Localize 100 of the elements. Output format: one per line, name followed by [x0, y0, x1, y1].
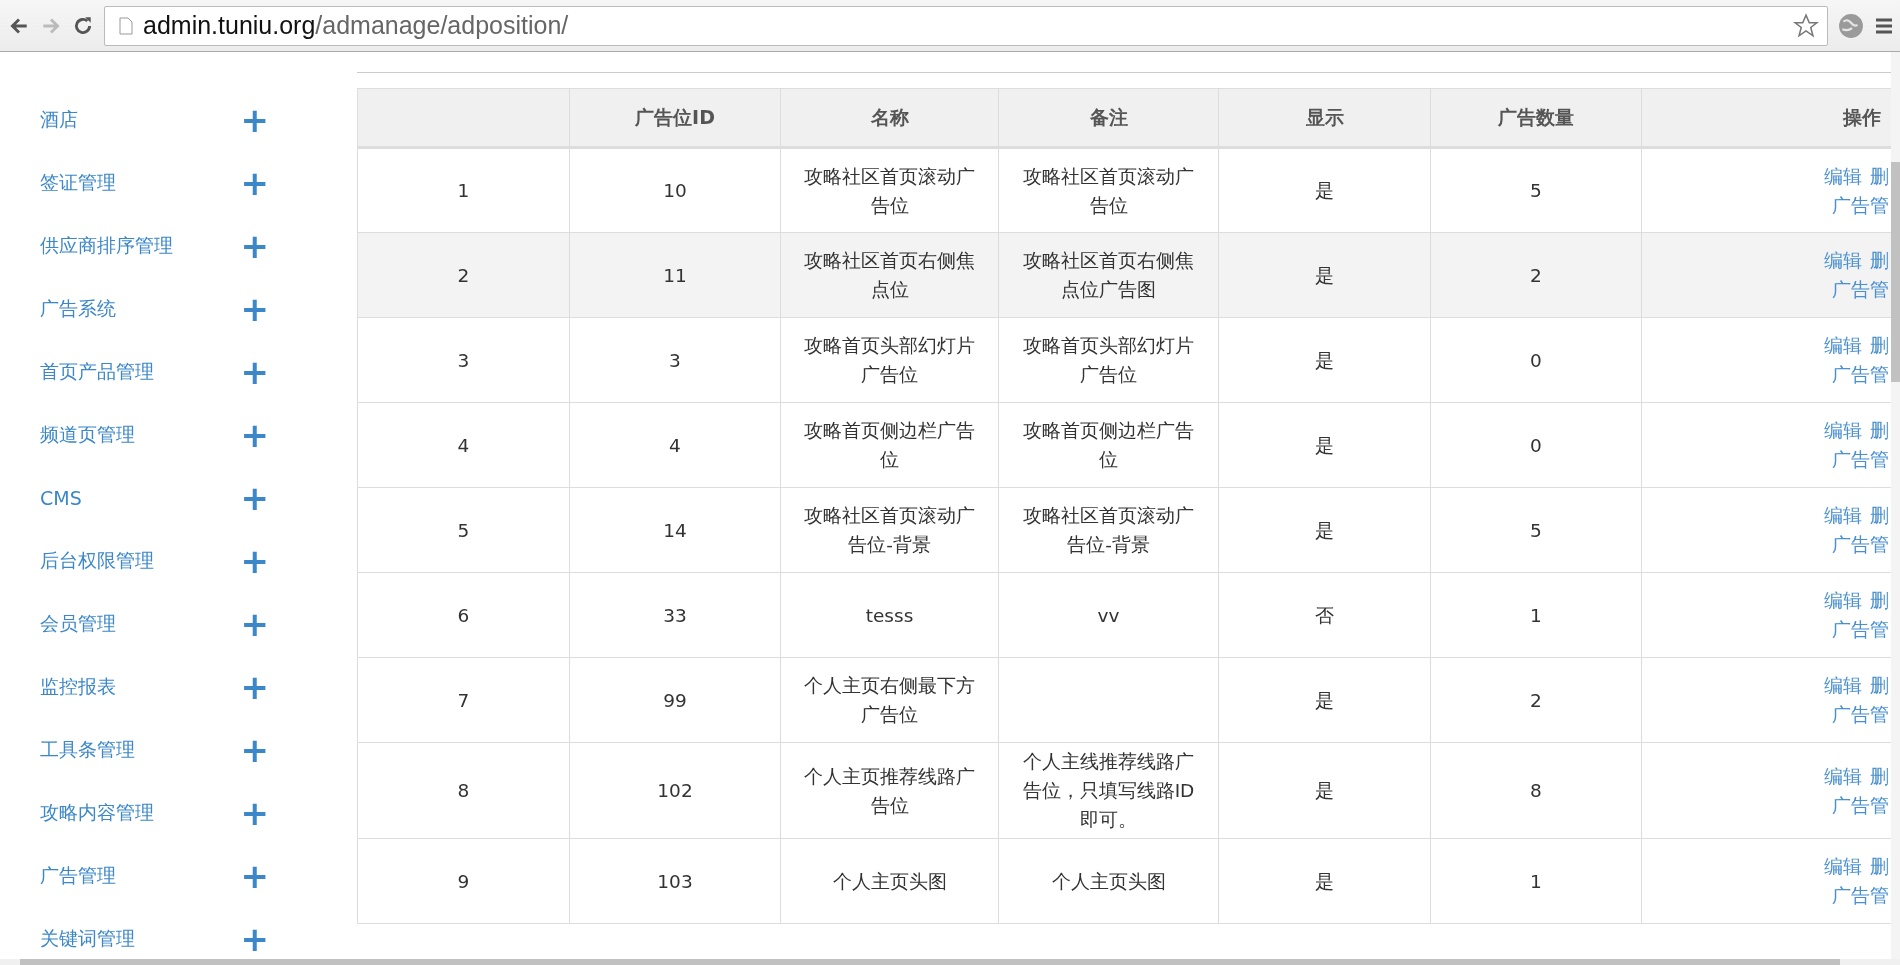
display-cell: 是 [1218, 402, 1431, 488]
action-link[interactable]: 编辑 [1824, 164, 1862, 187]
row-number-cell: 5 [357, 487, 570, 573]
address-field[interactable]: admin.tuniu.org/admanage/adposition/ [104, 5, 1828, 46]
sidebar-item[interactable]: 关键词管理 [40, 925, 135, 952]
display-cell: 是 [1218, 317, 1431, 403]
id-cell: 14 [569, 487, 781, 573]
expand-button[interactable]: + [240, 543, 269, 578]
count-cell: 1 [1430, 838, 1642, 924]
action-link[interactable]: 广告管 [1832, 884, 1889, 906]
note-cell: 攻略社区首页滚动广告位 [998, 147, 1219, 233]
action-link[interactable]: 广告管 [1832, 533, 1889, 555]
sidebar-item[interactable]: 监控报表 [40, 673, 116, 700]
count-cell: 5 [1430, 147, 1642, 233]
row-number-cell: 1 [357, 147, 570, 233]
count-cell: 5 [1430, 487, 1642, 573]
note-cell: 攻略社区首页右侧焦点位广告图 [998, 232, 1219, 318]
column-header: 广告数量 [1430, 88, 1642, 148]
row-number-cell: 9 [357, 838, 570, 924]
action-link[interactable]: 广告管 [1832, 618, 1889, 640]
action-link[interactable]: 广告管 [1832, 363, 1889, 385]
sidebar-item[interactable]: 后台权限管理 [40, 547, 154, 574]
sidebar-item[interactable]: 签证管理 [40, 169, 116, 196]
action-link[interactable]: 编辑 [1824, 764, 1862, 787]
action-link[interactable]: 编辑 [1824, 504, 1862, 526]
display-cell: 是 [1218, 657, 1431, 743]
expand-button[interactable]: + [240, 921, 269, 956]
expand-button[interactable]: + [240, 480, 269, 515]
name-cell: 攻略社区首页右侧焦点位 [780, 232, 999, 318]
column-header: 显示 [1218, 88, 1431, 148]
action-link[interactable]: 删 [1870, 334, 1889, 356]
action-link[interactable]: 删 [1870, 674, 1889, 696]
name-cell: 个人主页右侧最下方广告位 [780, 657, 999, 743]
name-cell: tesss [780, 572, 999, 658]
row-number-cell: 6 [357, 572, 570, 658]
sidebar-item[interactable]: 攻略内容管理 [40, 799, 154, 826]
display-cell: 否 [1218, 572, 1431, 658]
note-cell: 个人主线推荐线路广告位，只填写线路ID即可。 [998, 742, 1219, 839]
action-link[interactable]: 删 [1870, 164, 1889, 187]
scrollbar[interactable] [1891, 52, 1900, 959]
count-cell: 1 [1430, 572, 1642, 658]
globe-icon[interactable] [1838, 12, 1864, 39]
action-link[interactable]: 编辑 [1824, 674, 1862, 696]
action-link[interactable]: 编辑 [1824, 589, 1862, 611]
expand-button[interactable]: + [240, 228, 269, 263]
action-link[interactable]: 广告管 [1832, 703, 1889, 725]
action-link[interactable]: 广告管 [1832, 278, 1889, 300]
expand-button[interactable]: + [240, 102, 269, 137]
action-link[interactable]: 广告管 [1832, 793, 1889, 816]
sidebar-item[interactable]: 会员管理 [40, 610, 116, 637]
expand-button[interactable]: + [240, 354, 269, 389]
id-cell: 102 [569, 742, 781, 839]
sidebar-item[interactable]: 广告管理 [40, 862, 116, 889]
action-link[interactable]: 删 [1870, 589, 1889, 611]
horizontal-scrollbar[interactable] [0, 959, 1900, 965]
expand-button[interactable]: + [240, 669, 269, 704]
sidebar-item[interactable]: 供应商排序管理 [40, 232, 173, 259]
action-link[interactable]: 编辑 [1824, 249, 1862, 271]
expand-button[interactable]: + [240, 165, 269, 200]
action-link[interactable]: 编辑 [1824, 855, 1862, 877]
name-cell: 个人主页推荐线路广告位 [780, 742, 999, 839]
action-link[interactable]: 删 [1870, 764, 1889, 787]
sidebar-item[interactable]: 广告系统 [40, 295, 116, 322]
action-link[interactable]: 广告管 [1832, 193, 1889, 216]
column-header: 名称 [780, 88, 999, 148]
row-number-cell: 4 [357, 402, 570, 488]
sidebar-item[interactable]: 酒店 [40, 106, 78, 133]
expand-button[interactable]: + [240, 795, 269, 830]
note-cell: 个人主页头图 [998, 838, 1219, 924]
display-cell: 是 [1218, 147, 1431, 233]
expand-button[interactable]: + [240, 732, 269, 767]
column-header: 操作 [1641, 88, 1892, 148]
action-link[interactable]: 删 [1870, 249, 1889, 271]
action-link[interactable]: 删 [1870, 419, 1889, 441]
row-number-cell: 3 [357, 317, 570, 403]
display-cell: 是 [1218, 487, 1431, 573]
expand-button[interactable]: + [240, 606, 269, 641]
action-link[interactable]: 删 [1870, 504, 1889, 526]
name-cell: 攻略首页头部幻灯片广告位 [780, 317, 999, 403]
name-cell: 个人主页头图 [780, 838, 999, 924]
id-cell: 33 [569, 572, 781, 658]
note-cell: 攻略首页头部幻灯片广告位 [998, 317, 1219, 403]
sidebar-item[interactable]: 频道页管理 [40, 421, 135, 448]
expand-button[interactable]: + [240, 291, 269, 326]
sidebar-item[interactable]: CMS [40, 486, 82, 509]
expand-button[interactable]: + [240, 417, 269, 452]
count-cell: 8 [1430, 742, 1642, 839]
sidebar-item[interactable]: 工具条管理 [40, 736, 135, 763]
star-icon[interactable] [1793, 12, 1819, 39]
expand-button[interactable]: + [240, 858, 269, 893]
action-link[interactable]: 删 [1870, 855, 1889, 877]
action-link[interactable]: 编辑 [1824, 419, 1862, 441]
action-link[interactable]: 编辑 [1824, 334, 1862, 356]
sidebar-item[interactable]: 首页产品管理 [40, 358, 154, 385]
reload-icon[interactable] [72, 14, 94, 37]
name-cell: 攻略社区首页滚动广告位-背景 [780, 487, 999, 573]
action-link[interactable]: 广告管 [1832, 448, 1889, 470]
row-number-cell: 8 [357, 742, 570, 839]
count-cell: 2 [1430, 657, 1642, 743]
count-cell: 2 [1430, 232, 1642, 318]
